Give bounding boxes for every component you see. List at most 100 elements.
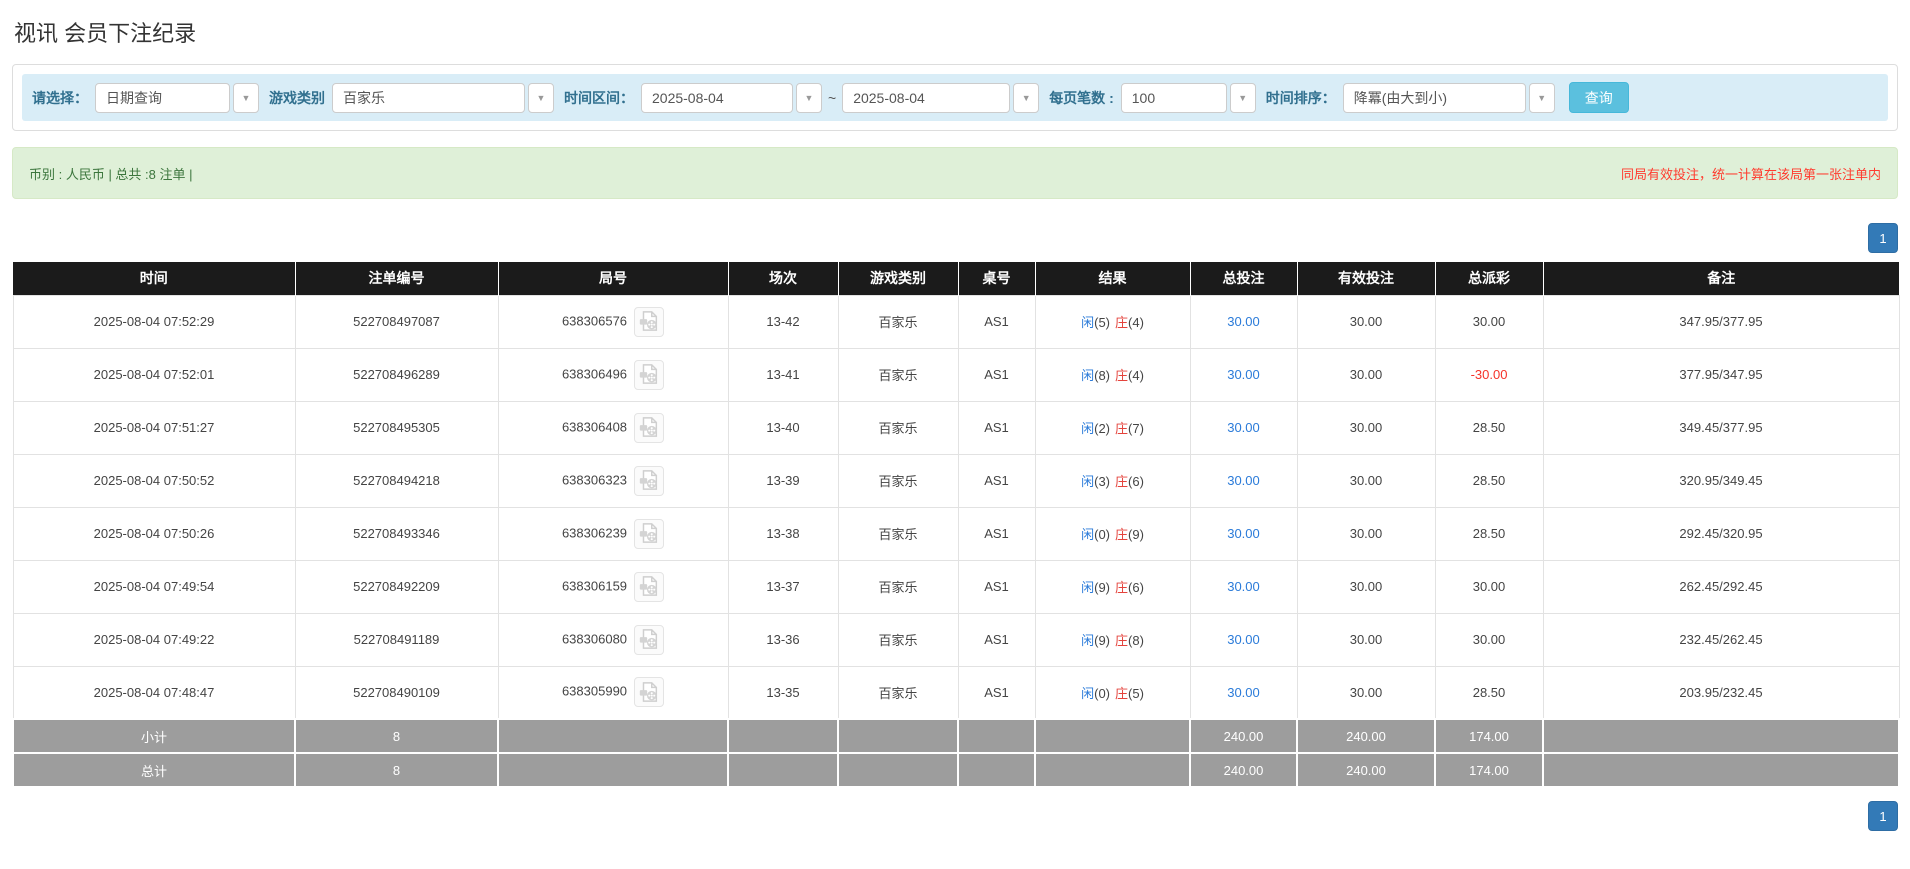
subtotal-row-empty xyxy=(1035,719,1190,753)
page-size-select[interactable]: 100 ▼ xyxy=(1121,83,1256,113)
video-file-icon xyxy=(638,575,660,597)
table-row: 2025-08-04 07:50:52522708494218638306323… xyxy=(13,454,1899,507)
date-from-value[interactable]: 2025-08-04 xyxy=(641,83,793,113)
cell-round-id: 638306080 xyxy=(498,613,728,666)
total-bet-link[interactable]: 30.00 xyxy=(1227,579,1260,594)
total-bet-link[interactable]: 30.00 xyxy=(1227,632,1260,647)
video-replay-button[interactable] xyxy=(634,572,664,602)
video-replay-button[interactable] xyxy=(634,413,664,443)
total-bet-link[interactable]: 30.00 xyxy=(1227,473,1260,488)
total-bet-link[interactable]: 30.00 xyxy=(1227,420,1260,435)
search-button[interactable]: 查询 xyxy=(1569,82,1629,113)
subtotal-row-remark xyxy=(1543,719,1899,753)
date-to-value[interactable]: 2025-08-04 xyxy=(842,83,1010,113)
chevron-down-icon[interactable]: ▼ xyxy=(233,83,259,113)
subtotal-row-payout: 174.00 xyxy=(1435,719,1543,753)
cell-remark: 320.95/349.45 xyxy=(1543,454,1899,507)
total-bet-link[interactable]: 30.00 xyxy=(1227,685,1260,700)
page-1-button[interactable]: 1 xyxy=(1868,801,1898,831)
result-banker-label: 庄 xyxy=(1115,527,1128,542)
video-replay-button[interactable] xyxy=(634,519,664,549)
table-row: 2025-08-04 07:48:47522708490109638305990… xyxy=(13,666,1899,719)
video-replay-button[interactable] xyxy=(634,360,664,390)
video-replay-button[interactable] xyxy=(634,307,664,337)
cell-total-bet: 30.00 xyxy=(1190,454,1297,507)
page-size-label: 每页笔数 : xyxy=(1049,88,1114,108)
chevron-down-icon[interactable]: ▼ xyxy=(1529,83,1555,113)
chevron-down-icon[interactable]: ▼ xyxy=(1230,83,1256,113)
total-row-total-bet: 240.00 xyxy=(1190,753,1297,787)
query-type-group: 请选择： 日期查询 ▼ xyxy=(32,83,259,113)
result-banker-score: (6) xyxy=(1128,580,1144,595)
cell-round-id: 638306408 xyxy=(498,401,728,454)
cell-result: 闲(8)庄(4) xyxy=(1035,348,1190,401)
video-replay-button[interactable] xyxy=(634,677,664,707)
cell-result: 闲(9)庄(8) xyxy=(1035,613,1190,666)
table-row: 2025-08-04 07:52:29522708497087638306576… xyxy=(13,295,1899,348)
cell-result: 闲(5)庄(4) xyxy=(1035,295,1190,348)
subtotal-row-empty xyxy=(728,719,838,753)
result-player-label: 闲 xyxy=(1081,315,1094,330)
table-row: 2025-08-04 07:50:26522708493346638306239… xyxy=(13,507,1899,560)
cell-remark: 203.95/232.45 xyxy=(1543,666,1899,719)
game-type-value[interactable]: 百家乐 xyxy=(332,83,525,113)
total-bet-link[interactable]: 30.00 xyxy=(1227,314,1260,329)
result-banker-label: 庄 xyxy=(1115,315,1128,330)
total-bet-link[interactable]: 30.00 xyxy=(1227,526,1260,541)
filter-panel: 请选择： 日期查询 ▼ 游戏类别 百家乐 ▼ 时间区间： 2025-08-04 … xyxy=(12,64,1898,131)
cell-game-type: 百家乐 xyxy=(838,295,958,348)
round-id-text: 638305990 xyxy=(562,684,627,699)
chevron-down-icon[interactable]: ▼ xyxy=(796,83,822,113)
result-player-score: (9) xyxy=(1094,580,1110,595)
date-to-select[interactable]: 2025-08-04 ▼ xyxy=(842,83,1039,113)
page-size-value[interactable]: 100 xyxy=(1121,83,1227,113)
cell-time: 2025-08-04 07:52:29 xyxy=(13,295,295,348)
video-replay-button[interactable] xyxy=(634,466,664,496)
page-1-button[interactable]: 1 xyxy=(1868,223,1898,253)
subtotal-row: 小计8240.00240.00174.00 xyxy=(13,719,1899,753)
result-banker-label: 庄 xyxy=(1115,686,1128,701)
sort-value[interactable]: 降冪(由大到小) xyxy=(1343,83,1526,113)
total-row-count: 8 xyxy=(295,753,498,787)
cell-time: 2025-08-04 07:49:22 xyxy=(13,613,295,666)
column-header-6: 结果 xyxy=(1035,262,1190,295)
date-from-select[interactable]: 2025-08-04 ▼ xyxy=(641,83,822,113)
chevron-down-icon[interactable]: ▼ xyxy=(1013,83,1039,113)
cell-time: 2025-08-04 07:52:01 xyxy=(13,348,295,401)
page-title: 视讯 会员下注纪录 xyxy=(14,16,1898,48)
cell-round-id: 638306323 xyxy=(498,454,728,507)
cell-payout: 28.50 xyxy=(1435,454,1543,507)
chevron-down-icon[interactable]: ▼ xyxy=(528,83,554,113)
cell-bet-id: 522708496289 xyxy=(295,348,498,401)
result-banker-label: 庄 xyxy=(1115,633,1128,648)
column-header-4: 游戏类别 xyxy=(838,262,958,295)
cell-time: 2025-08-04 07:50:26 xyxy=(13,507,295,560)
query-type-select[interactable]: 日期查询 ▼ xyxy=(95,83,259,113)
cell-payout: -30.00 xyxy=(1435,348,1543,401)
cell-table-no: AS1 xyxy=(958,613,1035,666)
cell-remark: 349.45/377.95 xyxy=(1543,401,1899,454)
game-type-select[interactable]: 百家乐 ▼ xyxy=(332,83,554,113)
video-file-icon xyxy=(638,469,660,491)
total-row-empty xyxy=(1035,753,1190,787)
cell-time: 2025-08-04 07:49:54 xyxy=(13,560,295,613)
cell-round-id: 638306576 xyxy=(498,295,728,348)
game-type-label: 游戏类别 xyxy=(269,88,325,108)
cell-session: 13-35 xyxy=(728,666,838,719)
total-row-empty xyxy=(838,753,958,787)
column-header-3: 场次 xyxy=(728,262,838,295)
total-bet-link[interactable]: 30.00 xyxy=(1227,367,1260,382)
filter-bar: 请选择： 日期查询 ▼ 游戏类别 百家乐 ▼ 时间区间： 2025-08-04 … xyxy=(22,74,1888,121)
video-replay-button[interactable] xyxy=(634,625,664,655)
result-banker-score: (4) xyxy=(1128,315,1144,330)
cell-valid-bet: 30.00 xyxy=(1297,454,1435,507)
column-header-8: 有效投注 xyxy=(1297,262,1435,295)
cell-table-no: AS1 xyxy=(958,507,1035,560)
result-banker-score: (7) xyxy=(1128,421,1144,436)
query-type-value[interactable]: 日期查询 xyxy=(95,83,230,113)
cell-payout: 30.00 xyxy=(1435,295,1543,348)
sort-select[interactable]: 降冪(由大到小) ▼ xyxy=(1343,83,1555,113)
total-row-label: 总计 xyxy=(13,753,295,787)
time-range-label: 时间区间： xyxy=(564,88,634,108)
cell-remark: 377.95/347.95 xyxy=(1543,348,1899,401)
